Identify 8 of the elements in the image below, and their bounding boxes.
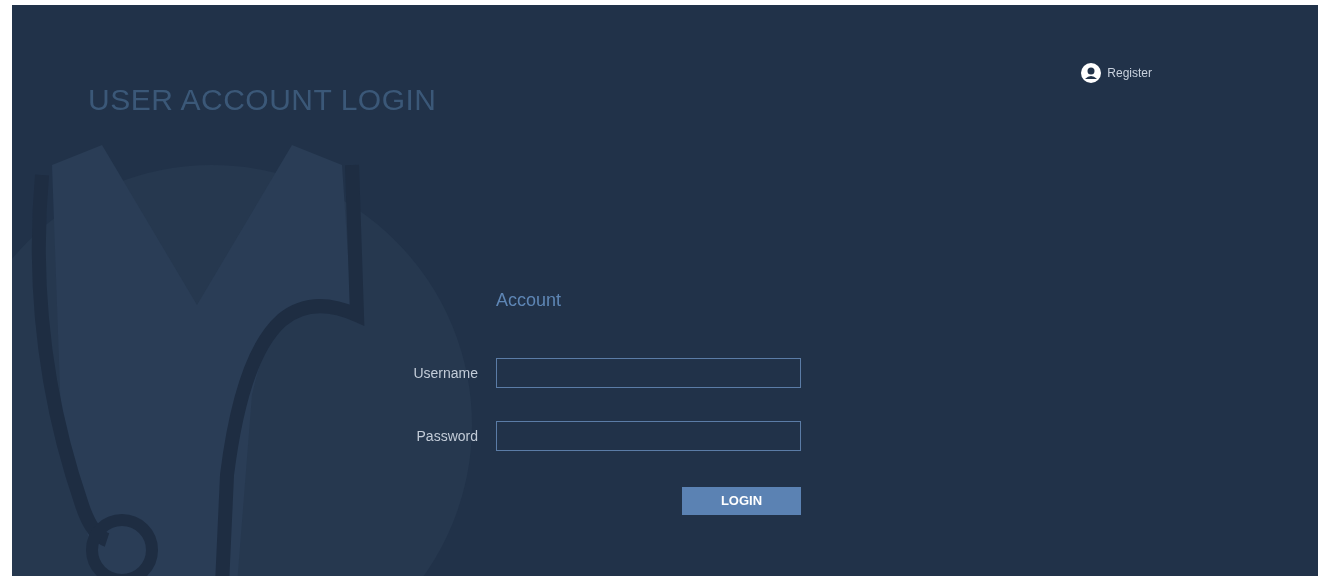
form-heading: Account <box>496 289 563 312</box>
field-label: Password <box>415 426 478 446</box>
user-icon <box>1081 63 1102 83</box>
login-button[interactable]: LOGIN <box>682 487 801 515</box>
register-link[interactable]: Register <box>1081 63 1152 83</box>
input-field[interactable] <box>496 421 801 451</box>
field-label: Username <box>412 363 478 383</box>
input-field[interactable] <box>496 358 801 388</box>
